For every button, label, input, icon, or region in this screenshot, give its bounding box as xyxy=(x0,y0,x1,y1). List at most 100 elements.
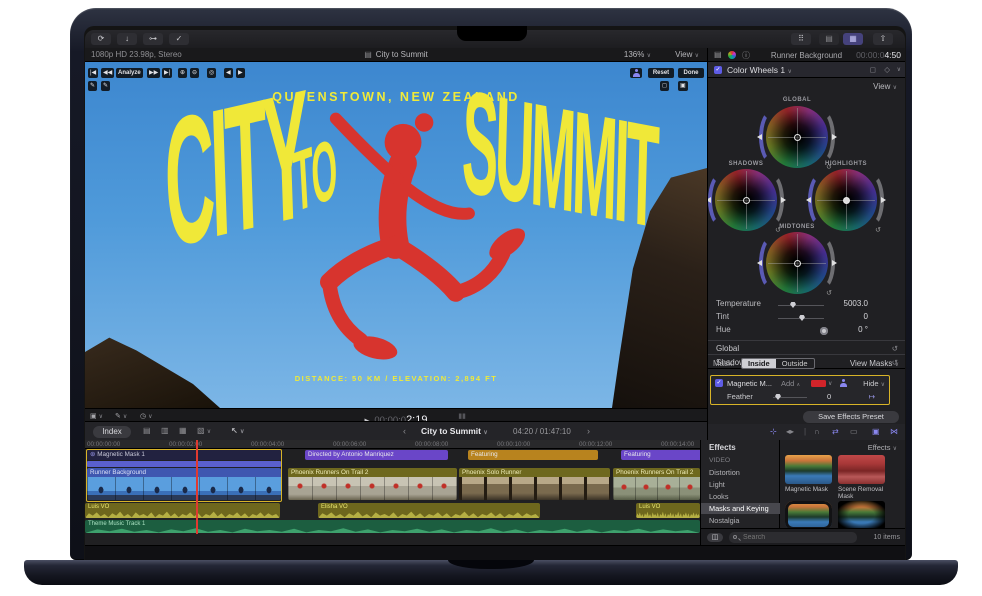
effect-thumb-vignette-mask[interactable] xyxy=(838,501,885,530)
temperature-value[interactable]: 5003.0 xyxy=(822,299,868,308)
next-icon[interactable]: ▶ xyxy=(236,68,245,78)
transform-tool-icon[interactable]: ▣ ∨ xyxy=(90,412,103,420)
analyze-button[interactable]: Analyze xyxy=(116,68,143,78)
monitor-icon[interactable]: ▭ xyxy=(850,427,858,436)
mask-color-swatch[interactable] xyxy=(811,380,826,387)
mask-outside-option[interactable]: Outside xyxy=(776,359,814,368)
audio-skimming-icon[interactable]: ◂▸ xyxy=(786,427,794,436)
audio-clip-luis-vo-1[interactable]: Luis VO xyxy=(85,503,280,518)
browser-grid-icon[interactable]: ⠿ xyxy=(791,33,811,45)
go-to-end-icon[interactable]: ▶| xyxy=(162,68,172,78)
title-clip-featuring-1[interactable]: Featuring xyxy=(468,450,598,460)
fast-forward-icon[interactable]: ▶▶ xyxy=(147,68,160,78)
pointer-tool-menu[interactable]: ↖ ∨ xyxy=(231,426,244,435)
snapping-icon[interactable]: ⇄ xyxy=(832,427,839,436)
category-nostalgia[interactable]: Nostalgia xyxy=(701,515,780,526)
audio-clip-luis-vo-2[interactable]: Luis VO xyxy=(636,503,700,518)
title-clip-subbar[interactable] xyxy=(87,461,281,467)
mask-inside-option[interactable]: Inside xyxy=(742,359,776,368)
tint-value[interactable]: 0 xyxy=(822,312,868,321)
category-light[interactable]: Light xyxy=(701,479,780,490)
view-masks-menu[interactable]: View Masks ∨ xyxy=(850,359,899,368)
zoom-in-icon[interactable]: ⊕ xyxy=(178,68,187,78)
frame-fit-icon[interactable]: ▣ xyxy=(678,81,688,91)
color-wheel-midtones[interactable]: ↺ xyxy=(766,232,828,294)
timeline-view-toggle-icon[interactable]: ▦ xyxy=(843,33,863,45)
timeline-ruler[interactable]: 00:00:00:00 00:00:02:00 00:00:04:00 00:0… xyxy=(85,440,700,449)
category-looks[interactable]: Looks xyxy=(701,491,780,502)
audio-clip-elisha-vo[interactable]: Elisha VO xyxy=(318,503,540,518)
title-clip-magnetic-mask[interactable]: ⊛Magnetic Mask 1 xyxy=(87,450,281,460)
hue-value[interactable]: 0 ° xyxy=(822,325,868,334)
media-sync-icon[interactable]: ⟳ xyxy=(91,33,111,45)
playhead[interactable] xyxy=(196,440,198,534)
subject-picker-icon[interactable] xyxy=(630,68,642,78)
keyword-icon[interactable]: ⊶ xyxy=(143,33,163,45)
transitions-browser-toggle-icon[interactable]: ⋈ xyxy=(890,427,898,436)
analyze-check-icon[interactable]: ✓ xyxy=(169,33,189,45)
keyframe-icon[interactable]: ◇ xyxy=(884,65,890,74)
trim-tool-icon[interactable]: ⊹ xyxy=(770,427,777,436)
mask-add-stepper[interactable]: Add ∧ xyxy=(781,379,800,388)
retime-tool-icon[interactable]: ◷ ∨ xyxy=(140,412,152,420)
effect-enable-checkbox[interactable]: ✓ xyxy=(714,66,722,74)
letterbox-icon[interactable]: ◻ xyxy=(660,81,669,91)
effects-sort-menu[interactable]: Effects ∨ xyxy=(868,443,897,452)
solo-icon[interactable]: | xyxy=(804,427,806,436)
category-masks-and-keying[interactable]: Masks and Keying xyxy=(701,503,780,514)
timeline-project-menu[interactable]: City to Summit ∨ xyxy=(421,426,488,436)
video-clip-phoenix-solo[interactable]: Phoenix Solo Runner xyxy=(459,468,610,500)
view-menu[interactable]: View ∨ xyxy=(675,50,699,59)
sidebar-toggle-icon[interactable]: ◫ xyxy=(707,533,723,542)
clip-appearance-icon-4[interactable]: ▧ ∨ xyxy=(197,426,211,435)
effect-thumb-rounded-mask[interactable] xyxy=(785,501,832,530)
timeline[interactable]: 00:00:00:00 00:00:02:00 00:00:04:00 00:0… xyxy=(85,440,700,545)
previous-icon[interactable]: ◀ xyxy=(224,68,233,78)
mask-hide-menu[interactable]: Hide ∨ xyxy=(863,379,885,388)
effects-search-field[interactable] xyxy=(729,532,857,543)
list-view-toggle-icon[interactable]: ▤ xyxy=(819,33,839,45)
hue-dial[interactable] xyxy=(778,331,824,332)
temperature-slider[interactable] xyxy=(778,305,824,306)
previous-project-icon[interactable]: ‹ xyxy=(403,426,406,436)
feather-value[interactable]: 0 xyxy=(827,392,831,401)
done-button[interactable]: Done xyxy=(678,68,704,78)
go-to-start-icon[interactable]: |◀ xyxy=(88,68,98,78)
rewind-icon[interactable]: ◀◀ xyxy=(101,68,114,78)
draw-mask-tool-icon[interactable]: ✎ ∨ xyxy=(115,412,127,420)
effects-browser-toggle-icon[interactable]: ▣ xyxy=(872,427,880,436)
audio-meters-icon[interactable]: ▮▮ xyxy=(458,412,466,420)
magnetic-mask-checkbox[interactable]: ✓ xyxy=(715,379,723,387)
effect-thumb-scene-removal-mask[interactable] xyxy=(838,455,885,484)
group-row-global[interactable]: Global ↺ xyxy=(708,340,905,354)
next-project-icon[interactable]: › xyxy=(587,426,590,436)
title-clip-directed-by[interactable]: Directed by Antonio Manriquez xyxy=(305,450,448,460)
tint-slider[interactable] xyxy=(778,318,824,319)
headphones-icon[interactable]: ∩ xyxy=(814,427,820,436)
save-effects-preset-button[interactable]: Save Effects Preset xyxy=(803,411,899,423)
color-wheel-global[interactable]: ↺ xyxy=(766,106,828,168)
color-wheel-highlights[interactable]: ↺ xyxy=(815,169,877,231)
search-input[interactable] xyxy=(743,532,853,543)
import-icon[interactable]: ↓ xyxy=(117,33,137,45)
clip-appearance-icon-3[interactable]: ▦ xyxy=(179,426,187,435)
reset-button[interactable]: Reset xyxy=(648,68,674,78)
subject-icon[interactable] xyxy=(839,379,847,387)
magnetic-mask-group[interactable]: ✓ Magnetic M... Add ∧ ∨ Hide ∨ Feather 0… xyxy=(710,375,890,405)
effect-row-color-wheels[interactable]: ✓ Color Wheels 1 ∨ ◻ ◇ ∨ xyxy=(708,62,905,78)
feather-keyframe-icon[interactable]: ↦ xyxy=(869,392,875,401)
brush-add-icon[interactable]: ✎ xyxy=(88,81,97,91)
mask-inside-outside-segment[interactable]: Inside Outside xyxy=(741,358,815,369)
music-clip-theme-track[interactable]: Theme Music Track 1 xyxy=(85,520,700,533)
mask-tool-icon[interactable]: ◻ xyxy=(870,65,876,74)
index-button[interactable]: Index xyxy=(93,426,131,438)
effect-thumb-magnetic-mask[interactable] xyxy=(785,455,832,484)
clip-appearance-icon-2[interactable]: ▥ xyxy=(161,426,169,435)
effect-collapse-icon[interactable]: ∨ xyxy=(897,66,901,73)
category-distortion[interactable]: Distortion xyxy=(701,467,780,478)
wheels-view-menu[interactable]: View ∨ xyxy=(873,82,897,91)
video-clip-phoenix-runners-1[interactable]: Phoenix Runners On Trail 2 xyxy=(288,468,457,500)
video-clip-runner-background[interactable]: Runner Background xyxy=(87,468,281,500)
clip-appearance-icon-1[interactable]: ▤ xyxy=(143,426,151,435)
category-video[interactable]: VIDEO xyxy=(701,455,780,466)
